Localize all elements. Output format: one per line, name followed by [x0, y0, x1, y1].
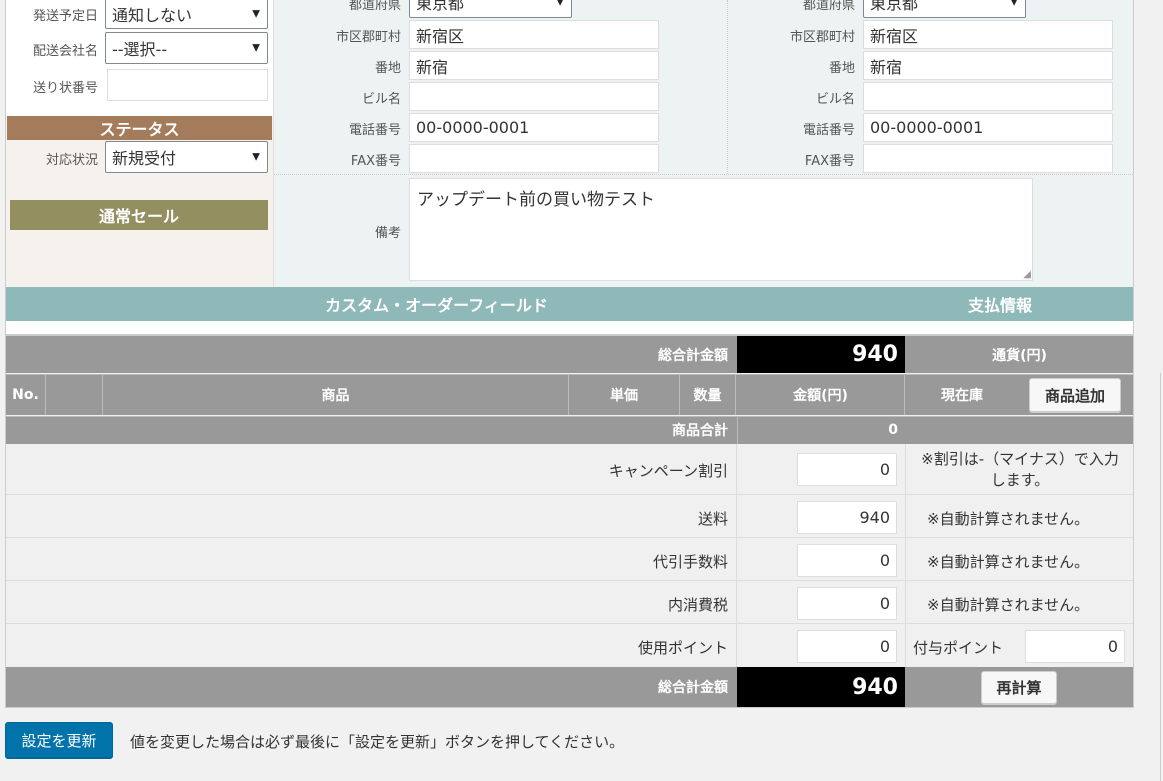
- building-input-left[interactable]: [409, 82, 659, 111]
- total-label-top: 総合計金額: [658, 347, 728, 364]
- chevron-down-icon: ▼: [556, 0, 564, 8]
- tax-input[interactable]: 0: [797, 587, 897, 620]
- tracking-number-input[interactable]: [107, 69, 268, 101]
- chevron-down-icon: ▼: [252, 42, 260, 54]
- carrier-label: 配送会社名: [32, 44, 98, 59]
- column-divider-1: [736, 444, 737, 667]
- add-product-button[interactable]: 商品追加: [1029, 378, 1121, 412]
- status-value: 新規受付: [112, 149, 177, 168]
- city-input-right[interactable]: 新宿区: [863, 20, 1113, 49]
- ship-date-select[interactable]: 通知しない ▼: [105, 0, 268, 29]
- column-divider-2: [905, 444, 906, 667]
- points-given-input[interactable]: 0: [1025, 630, 1125, 663]
- city-label-right: 市区郡町村: [789, 30, 855, 45]
- grand-total-label: 総合計金額: [658, 680, 728, 696]
- shipping-fee-input[interactable]: 940: [797, 501, 897, 534]
- tax-label: 内消費税: [667, 596, 728, 614]
- fax-label-right: FAX番号: [804, 154, 855, 169]
- ship-date-value: 通知しない: [112, 5, 193, 25]
- street-input-left[interactable]: 新宿: [409, 51, 659, 80]
- memo-label: 備考: [374, 226, 401, 241]
- shipping-note: ※自動計算されません。: [927, 510, 1090, 528]
- subtotal-label: 商品合計: [672, 423, 728, 439]
- campaign-note: ※割引は-（マイナス）で入力します。: [921, 450, 1119, 489]
- col-no: No.: [6, 374, 46, 415]
- status-select[interactable]: 新規受付 ▼: [105, 141, 268, 173]
- col-unit-price: 単価: [569, 374, 680, 415]
- carrier-value: --選択--: [112, 40, 168, 59]
- city-input-left[interactable]: 新宿区: [409, 20, 659, 49]
- phone-label-right: 電話番号: [802, 123, 855, 138]
- building-input-right[interactable]: [863, 82, 1113, 111]
- memo-textarea[interactable]: アップデート前の買い物テスト ◢: [409, 178, 1033, 281]
- status-header: ステータス: [7, 116, 272, 140]
- tracking-label: 送り状番号: [32, 81, 98, 96]
- fax-input-left[interactable]: [409, 144, 659, 173]
- subtotal-value: 0: [737, 416, 905, 444]
- col-stock: 現在庫: [941, 387, 983, 404]
- building-label-left: ビル名: [361, 92, 401, 107]
- status-label: 対応状況: [45, 153, 98, 168]
- campaign-label: キャンペーン割引: [608, 462, 728, 480]
- cod-note: ※自動計算されません。: [927, 553, 1090, 571]
- prefecture-value-left: 東京都: [416, 0, 465, 13]
- memo-text: アップデート前の買い物テスト: [417, 190, 655, 210]
- points-used-input[interactable]: 0: [797, 630, 897, 663]
- prefecture-label-left: 都道府県: [348, 0, 401, 13]
- prefecture-select-left[interactable]: 東京都 ▼: [409, 0, 572, 18]
- tax-note: ※自動計算されません。: [927, 596, 1090, 614]
- payment-info-header: 支払情報: [967, 296, 1032, 315]
- update-settings-button[interactable]: 設定を更新: [5, 722, 113, 758]
- custom-order-fields-header: カスタム・オーダーフィールド: [325, 296, 548, 315]
- subtotal-row-bg: [6, 416, 1133, 444]
- carrier-select[interactable]: --選択-- ▼: [105, 32, 268, 64]
- cod-fee-label: 代引手数料: [652, 553, 728, 571]
- points-used-label: 使用ポイント: [637, 639, 728, 657]
- currency-label: 通貨(円): [992, 347, 1047, 364]
- resize-handle-icon[interactable]: ◢: [1023, 269, 1031, 280]
- phone-input-left[interactable]: 00-0000-0001: [409, 113, 659, 142]
- prefecture-value-right: 東京都: [870, 0, 919, 13]
- chevron-down-icon: ▼: [1010, 0, 1018, 8]
- address-divider: [727, 0, 728, 174]
- col-amount: 金額(円): [737, 374, 905, 415]
- page-edge-divider: [1160, 373, 1161, 781]
- total-value-top: 940: [737, 336, 905, 373]
- street-input-right[interactable]: 新宿: [863, 51, 1113, 80]
- fax-label-left: FAX番号: [350, 154, 401, 169]
- campaign-discount-input[interactable]: 0: [797, 453, 897, 486]
- col-product: 商品: [103, 374, 569, 415]
- fax-input-right[interactable]: [863, 144, 1113, 173]
- shipping-label: 送料: [697, 510, 728, 528]
- phone-input-right[interactable]: 00-0000-0001: [863, 113, 1113, 142]
- prefecture-label-right: 都道府県: [802, 0, 855, 13]
- col-qty: 数量: [680, 374, 736, 415]
- recalculate-button[interactable]: 再計算: [981, 671, 1057, 704]
- cod-fee-input[interactable]: 0: [797, 544, 897, 577]
- sale-type-badge: 通常セール: [10, 200, 268, 230]
- phone-label-left: 電話番号: [348, 123, 401, 138]
- building-label-right: ビル名: [815, 92, 855, 107]
- memo-divider: [274, 174, 1133, 175]
- grand-total-value: 940: [737, 667, 905, 707]
- grand-total-row-bg: [6, 667, 1133, 707]
- chevron-down-icon: ▼: [252, 8, 260, 19]
- prefecture-select-right[interactable]: 東京都 ▼: [863, 0, 1026, 18]
- street-label-left: 番地: [374, 61, 401, 76]
- chevron-down-icon: ▼: [252, 151, 260, 163]
- city-label-left: 市区郡町村: [335, 30, 401, 45]
- points-given-label: 付与ポイント: [913, 639, 1004, 657]
- ship-date-label: 発送予定日: [32, 9, 98, 24]
- footer-message: 値を変更した場合は必ず最後に「設定を更新」ボタンを押してください。: [130, 733, 625, 751]
- street-label-right: 番地: [828, 61, 855, 76]
- col-empty: [46, 374, 103, 415]
